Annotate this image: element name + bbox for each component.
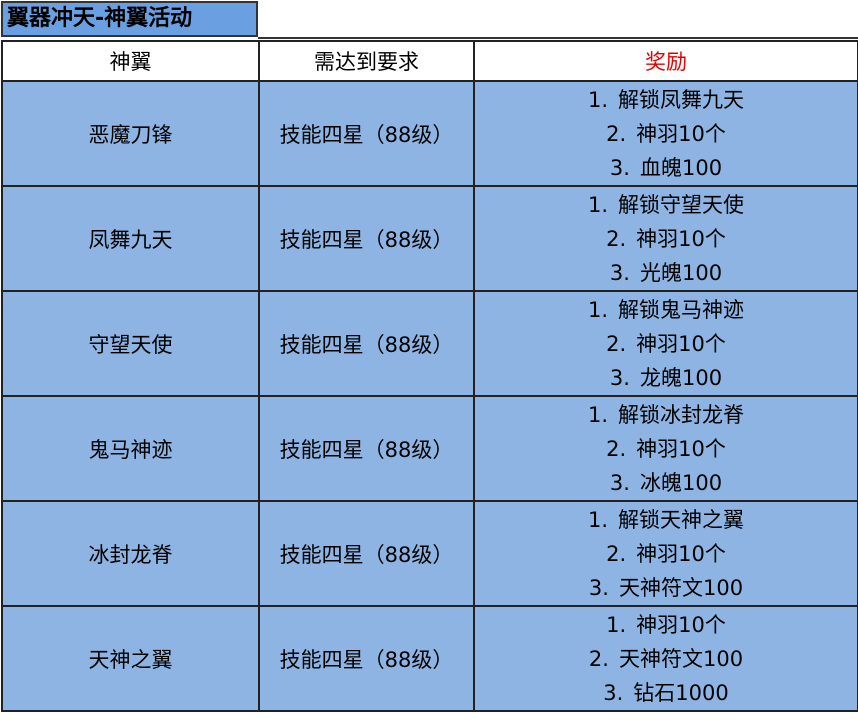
reward-text: 解锁凤舞九天: [618, 87, 745, 112]
reward-text: 解锁鬼马神迹: [618, 297, 745, 322]
reward-text: 光魄100: [639, 260, 723, 285]
reward-item: 1. 解锁冰封龙脊: [588, 398, 744, 432]
reward-item: 1. 解锁鬼马神迹: [588, 293, 744, 327]
requirement-cell: 技能四星（88级）: [258, 500, 475, 607]
reward-cell: 1. 神羽10个 2. 天神符文100 3. 钻石1000: [473, 605, 858, 712]
requirement-cell: 技能四星（88级）: [258, 80, 475, 187]
wing-cell: 守望天使: [1, 290, 260, 397]
requirement-cell: 技能四星（88级）: [258, 185, 475, 292]
reward-text: 钻石1000: [633, 680, 729, 705]
reward-text: 天神符文100: [618, 646, 744, 671]
title-bar: 翼器冲天-神翼活动: [0, 0, 858, 41]
reward-item: 1. 解锁天神之翼: [588, 503, 744, 537]
wing-cell: 天神之翼: [1, 605, 260, 712]
reward-item: 1. 神羽10个: [606, 608, 726, 642]
reward-cell: 1. 解锁守望天使 2. 神羽10个 3. 光魄100: [473, 185, 858, 292]
reward-text: 天神符文100: [618, 575, 744, 600]
wing-cell: 恶魔刀锋: [1, 80, 260, 187]
reward-text: 神羽10个: [636, 541, 726, 566]
title-divider: [258, 37, 858, 39]
reward-item: 1. 解锁凤舞九天: [588, 83, 744, 117]
reward-cell: 1. 解锁冰封龙脊 2. 神羽10个 3. 冰魄100: [473, 395, 858, 502]
reward-item: 1. 解锁守望天使: [588, 188, 744, 222]
reward-number: 3.: [603, 680, 624, 705]
reward-text: 龙魄100: [639, 365, 723, 390]
wing-cell: 冰封龙脊: [1, 500, 260, 607]
reward-list: 1. 解锁鬼马神迹 2. 神羽10个 3. 龙魄100: [476, 293, 856, 395]
reward-number: 2.: [606, 226, 627, 251]
reward-number: 3.: [609, 470, 630, 495]
reward-item: 2. 神羽10个: [606, 327, 726, 361]
reward-item: 3. 龙魄100: [610, 361, 722, 395]
reward-item: 3. 血魄100: [610, 151, 722, 185]
table-row: 冰封龙脊 技能四星（88级） 1. 解锁天神之翼 2. 神羽10个 3. 天神符文10…: [1, 500, 858, 607]
reward-item: 2. 神羽10个: [606, 222, 726, 256]
reward-cell: 1. 解锁天神之翼 2. 神羽10个 3. 天神符文100: [473, 500, 858, 607]
reward-list: 1. 解锁冰封龙脊 2. 神羽10个 3. 冰魄100: [476, 398, 856, 500]
reward-cell: 1. 解锁凤舞九天 2. 神羽10个 3. 血魄100: [473, 80, 858, 187]
reward-table: 神翼 需达到要求 奖励 恶魔刀锋 技能四星（88级） 1. 解锁凤舞九天 2. 神羽…: [1, 40, 858, 712]
reward-text: 解锁天神之翼: [618, 507, 745, 532]
reward-list: 1. 解锁守望天使 2. 神羽10个 3. 光魄100: [476, 188, 856, 290]
reward-text: 神羽10个: [636, 226, 726, 251]
reward-item: 2. 天神符文100: [589, 642, 743, 676]
table-row: 守望天使 技能四星（88级） 1. 解锁鬼马神迹 2. 神羽10个 3. 龙魄100: [1, 290, 858, 397]
reward-item: 3. 天神符文100: [589, 571, 743, 605]
requirement-cell: 技能四星（88级）: [258, 290, 475, 397]
reward-text: 神羽10个: [636, 436, 726, 461]
wing-cell: 鬼马神迹: [1, 395, 260, 502]
table-row: 天神之翼 技能四星（88级） 1. 神羽10个 2. 天神符文100 3. 钻石100…: [1, 605, 858, 712]
header-wing: 神翼: [1, 40, 260, 82]
reward-number: 1.: [587, 297, 609, 322]
requirement-cell: 技能四星（88级）: [258, 605, 475, 712]
reward-list: 1. 解锁凤舞九天 2. 神羽10个 3. 血魄100: [476, 83, 856, 185]
reward-item: 2. 神羽10个: [606, 537, 726, 571]
reward-item: 3. 冰魄100: [610, 466, 722, 500]
reward-text: 神羽10个: [636, 331, 726, 356]
reward-number: 1.: [587, 192, 609, 217]
reward-cell: 1. 解锁鬼马神迹 2. 神羽10个 3. 龙魄100: [473, 290, 858, 397]
reward-number: 1.: [587, 507, 609, 532]
reward-text: 解锁冰封龙脊: [618, 402, 745, 427]
header-reward: 奖励: [473, 40, 858, 82]
reward-item: 2. 神羽10个: [606, 117, 726, 151]
reward-number: 1.: [606, 612, 627, 637]
reward-number: 2.: [588, 646, 609, 671]
sheet-title: 翼器冲天-神翼活动: [1, 1, 258, 37]
header-requirement: 需达到要求: [258, 40, 475, 82]
table-row: 凤舞九天 技能四星（88级） 1. 解锁守望天使 2. 神羽10个 3. 光魄100: [1, 185, 858, 292]
reward-number: 2.: [606, 436, 627, 461]
reward-item: 3. 光魄100: [610, 256, 722, 290]
reward-number: 3.: [609, 155, 630, 180]
reward-number: 3.: [588, 575, 609, 600]
reward-list: 1. 解锁天神之翼 2. 神羽10个 3. 天神符文100: [476, 503, 856, 605]
reward-list: 1. 神羽10个 2. 天神符文100 3. 钻石1000: [476, 608, 856, 710]
requirement-cell: 技能四星（88级）: [258, 395, 475, 502]
reward-number: 2.: [606, 331, 627, 356]
reward-text: 冰魄100: [639, 470, 723, 495]
reward-item: 2. 神羽10个: [606, 432, 726, 466]
reward-number: 3.: [609, 260, 630, 285]
reward-item: 3. 钻石1000: [603, 676, 729, 710]
reward-text: 解锁守望天使: [618, 192, 745, 217]
reward-text: 神羽10个: [636, 121, 726, 146]
reward-number: 1.: [587, 402, 609, 427]
header-row: 神翼 需达到要求 奖励: [1, 40, 858, 82]
reward-number: 3.: [609, 365, 630, 390]
reward-text: 神羽10个: [636, 612, 726, 637]
table-row: 恶魔刀锋 技能四星（88级） 1. 解锁凤舞九天 2. 神羽10个 3. 血魄100: [1, 80, 858, 187]
reward-number: 2.: [606, 541, 627, 566]
reward-number: 1.: [587, 87, 609, 112]
table-row: 鬼马神迹 技能四星（88级） 1. 解锁冰封龙脊 2. 神羽10个 3. 冰魄100: [1, 395, 858, 502]
reward-number: 2.: [606, 121, 627, 146]
reward-text: 血魄100: [639, 155, 723, 180]
wing-cell: 凤舞九天: [1, 185, 260, 292]
